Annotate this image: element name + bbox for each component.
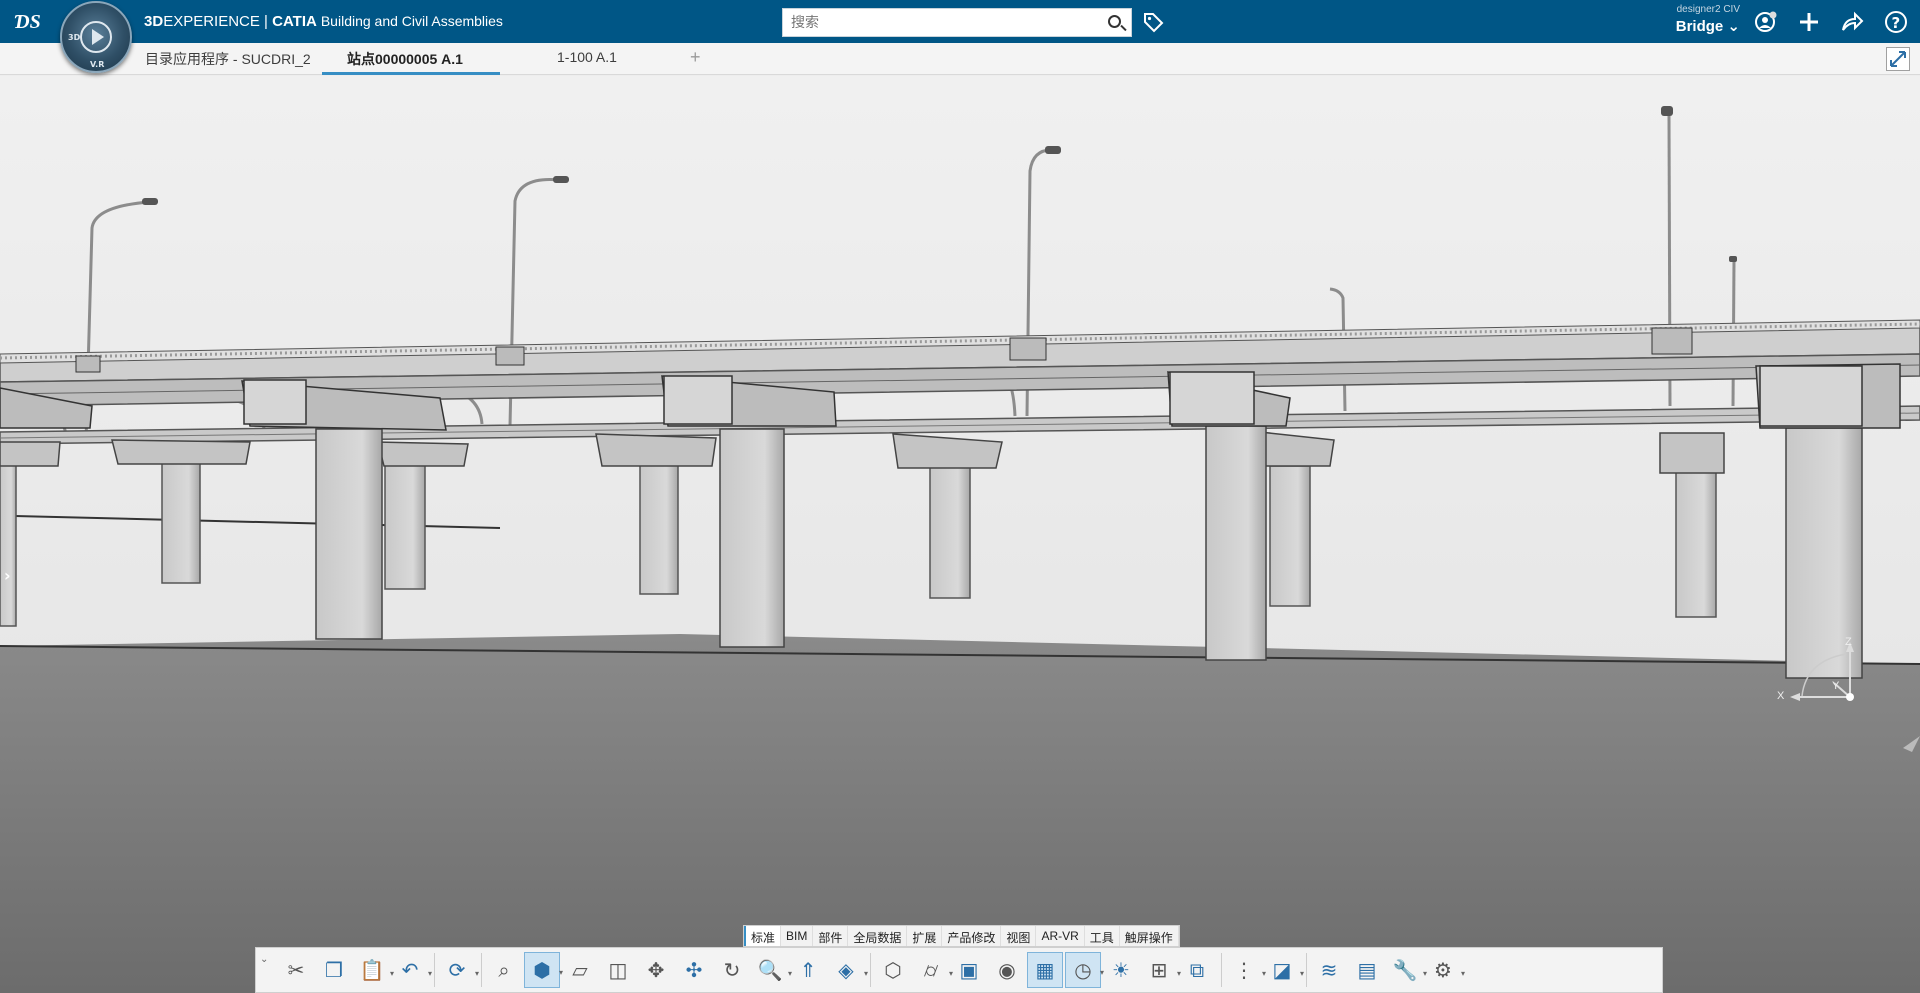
swap-icon[interactable]: ◉ [989, 952, 1025, 988]
svg-text:ƊS: ƊS [14, 11, 41, 33]
update-icon[interactable]: ⟳ ▾ [439, 952, 479, 988]
axis-z-label: Z [1845, 636, 1852, 648]
undo-icon[interactable]: ↶ ▾ [392, 952, 432, 988]
layout-icon[interactable]: ⊞ ▾ [1141, 952, 1181, 988]
tab-global-data[interactable]: 全局数据 [848, 926, 908, 946]
cut-plane-icon[interactable]: ◫ [600, 952, 636, 988]
widgets-icon[interactable]: ▤ [1349, 952, 1385, 988]
tools-icon[interactable]: ⚙ ▾ [1425, 952, 1465, 988]
tab-standard[interactable]: 标准 [744, 926, 782, 946]
layers-icon[interactable]: ≋ [1311, 952, 1347, 988]
collapse-icon[interactable] [1886, 47, 1910, 71]
add-tab-button[interactable]: + [690, 47, 701, 68]
explode-icon[interactable]: ⧉ [1179, 952, 1215, 988]
hide-show-icon[interactable]: ▣ [951, 952, 987, 988]
compass-widget[interactable]: 3D V.R [60, 1, 132, 73]
user-name: designer2 CIV [1676, 4, 1740, 15]
paste-icon[interactable]: 📋 ▾ [354, 952, 394, 988]
tab-extend[interactable]: 扩展 [907, 926, 943, 946]
tab-view[interactable]: 视图 [1001, 926, 1037, 946]
side-panel-arrow-icon[interactable]: › [4, 566, 11, 585]
copy-icon[interactable]: ❐ [316, 952, 352, 988]
search-icon[interactable] [1108, 15, 1121, 28]
play-icon [92, 29, 104, 45]
profile-icon[interactable] [1754, 10, 1778, 34]
search-input[interactable] [783, 9, 1083, 36]
svg-text:?: ? [1892, 14, 1901, 32]
tag-icon[interactable] [1142, 11, 1164, 33]
app-title: 3DEXPERIENCE | CATIA Building and Civil A… [144, 13, 503, 30]
shape-icon[interactable]: ⬡ [875, 952, 911, 988]
toolbar-collapse-icon[interactable]: ⌄ [260, 954, 268, 965]
top-bar: ƊS 3D V.R 3DEXPERIENCE | CATIA Building a… [0, 0, 1920, 73]
tab-bar: 目录应用程序 - SUCDRI_2 站点00000005 A.1 1-100 A… [0, 43, 1920, 75]
bridge-scene [0, 76, 1920, 993]
lighting-icon[interactable]: ☀ [1103, 952, 1139, 988]
brand-experience: EXPERIENCE | [163, 13, 273, 30]
product-name: CATIA [272, 13, 317, 30]
fit-all-icon[interactable]: ⌕ [486, 952, 522, 988]
active-tab-indicator [322, 72, 500, 75]
separator [434, 953, 435, 987]
tree-icon[interactable]: ⋮ ▾ [1226, 952, 1266, 988]
tab-ar-vr[interactable]: AR-VR [1036, 926, 1085, 946]
cylinder-icon[interactable]: ⌭ ▾ [913, 952, 953, 988]
separator [481, 953, 482, 987]
zoom-icon[interactable]: 🔍 ▾ [752, 952, 792, 988]
action-bar-tabs: 标准 BIM 部件 全局数据 扩展 产品修改 视图 AR-VR 工具 触屏操作 [743, 925, 1180, 947]
compress-icon[interactable]: ✥ [638, 952, 674, 988]
3d-viewport[interactable]: Z X Y › [0, 76, 1920, 993]
cut-icon[interactable]: ✂ [278, 952, 314, 988]
clock-icon[interactable]: ◷ ▾ [1065, 952, 1104, 988]
user-block[interactable]: designer2 CIV Bridge ⌄ [1640, 4, 1740, 35]
box-select-icon[interactable]: ◪ ▾ [1264, 952, 1304, 988]
search-box [782, 8, 1132, 37]
separator [1306, 953, 1307, 987]
axis-x-label: X [1777, 690, 1785, 702]
workspace-selector[interactable]: Bridge ⌄ [1640, 17, 1740, 35]
share-icon[interactable] [1840, 10, 1864, 34]
select-icon[interactable]: ▦ [1027, 952, 1063, 988]
app-name: Building and Civil Assemblies [320, 13, 503, 29]
dassault-logo[interactable]: ƊS [12, 6, 46, 36]
tab-bim[interactable]: BIM [781, 926, 814, 946]
separator [1221, 953, 1222, 987]
tab-catalog-app[interactable]: 目录应用程序 - SUCDRI_2 [145, 49, 311, 69]
action-bar: ⌄ ✂ ❐ 📋 ▾ ↶ ▾ ⟳ ▾ ⌕ ⬢ ▾ ▱ ◫ ✥ ✣ ↻ 🔍 ▾ ⇑ ◈ ▾ ⬡ … [255, 947, 1663, 993]
workspace-name: Bridge [1675, 18, 1724, 35]
add-icon[interactable] [1797, 10, 1821, 34]
compass-3d-label: 3D [68, 33, 81, 42]
measure-icon[interactable]: 🔧 ▾ [1387, 952, 1427, 988]
separator [870, 953, 871, 987]
pan-icon[interactable]: ✣ [676, 952, 712, 988]
view-cube-icon[interactable]: ⬢ ▾ [524, 952, 563, 988]
rotate-icon[interactable]: ↻ [714, 952, 750, 988]
tab-tools[interactable]: 工具 [1085, 926, 1120, 946]
render-icon[interactable]: ◈ ▾ [828, 952, 868, 988]
help-icon[interactable]: ? [1884, 10, 1908, 34]
tab-touch[interactable]: 触屏操作 [1120, 926, 1179, 946]
tab-scale[interactable]: 1-100 A.1 [557, 49, 617, 65]
compass-vr-label: V.R [90, 60, 105, 69]
axis-y-label: Y [1832, 680, 1840, 692]
section-icon[interactable]: ▱ [562, 952, 598, 988]
fly-icon[interactable]: ⇑ [790, 952, 826, 988]
brand-3d: 3D [144, 13, 164, 30]
tab-site[interactable]: 站点00000005 A.1 [347, 49, 463, 69]
tab-part[interactable]: 部件 [813, 926, 849, 946]
tab-product-edit[interactable]: 产品修改 [942, 926, 1002, 946]
